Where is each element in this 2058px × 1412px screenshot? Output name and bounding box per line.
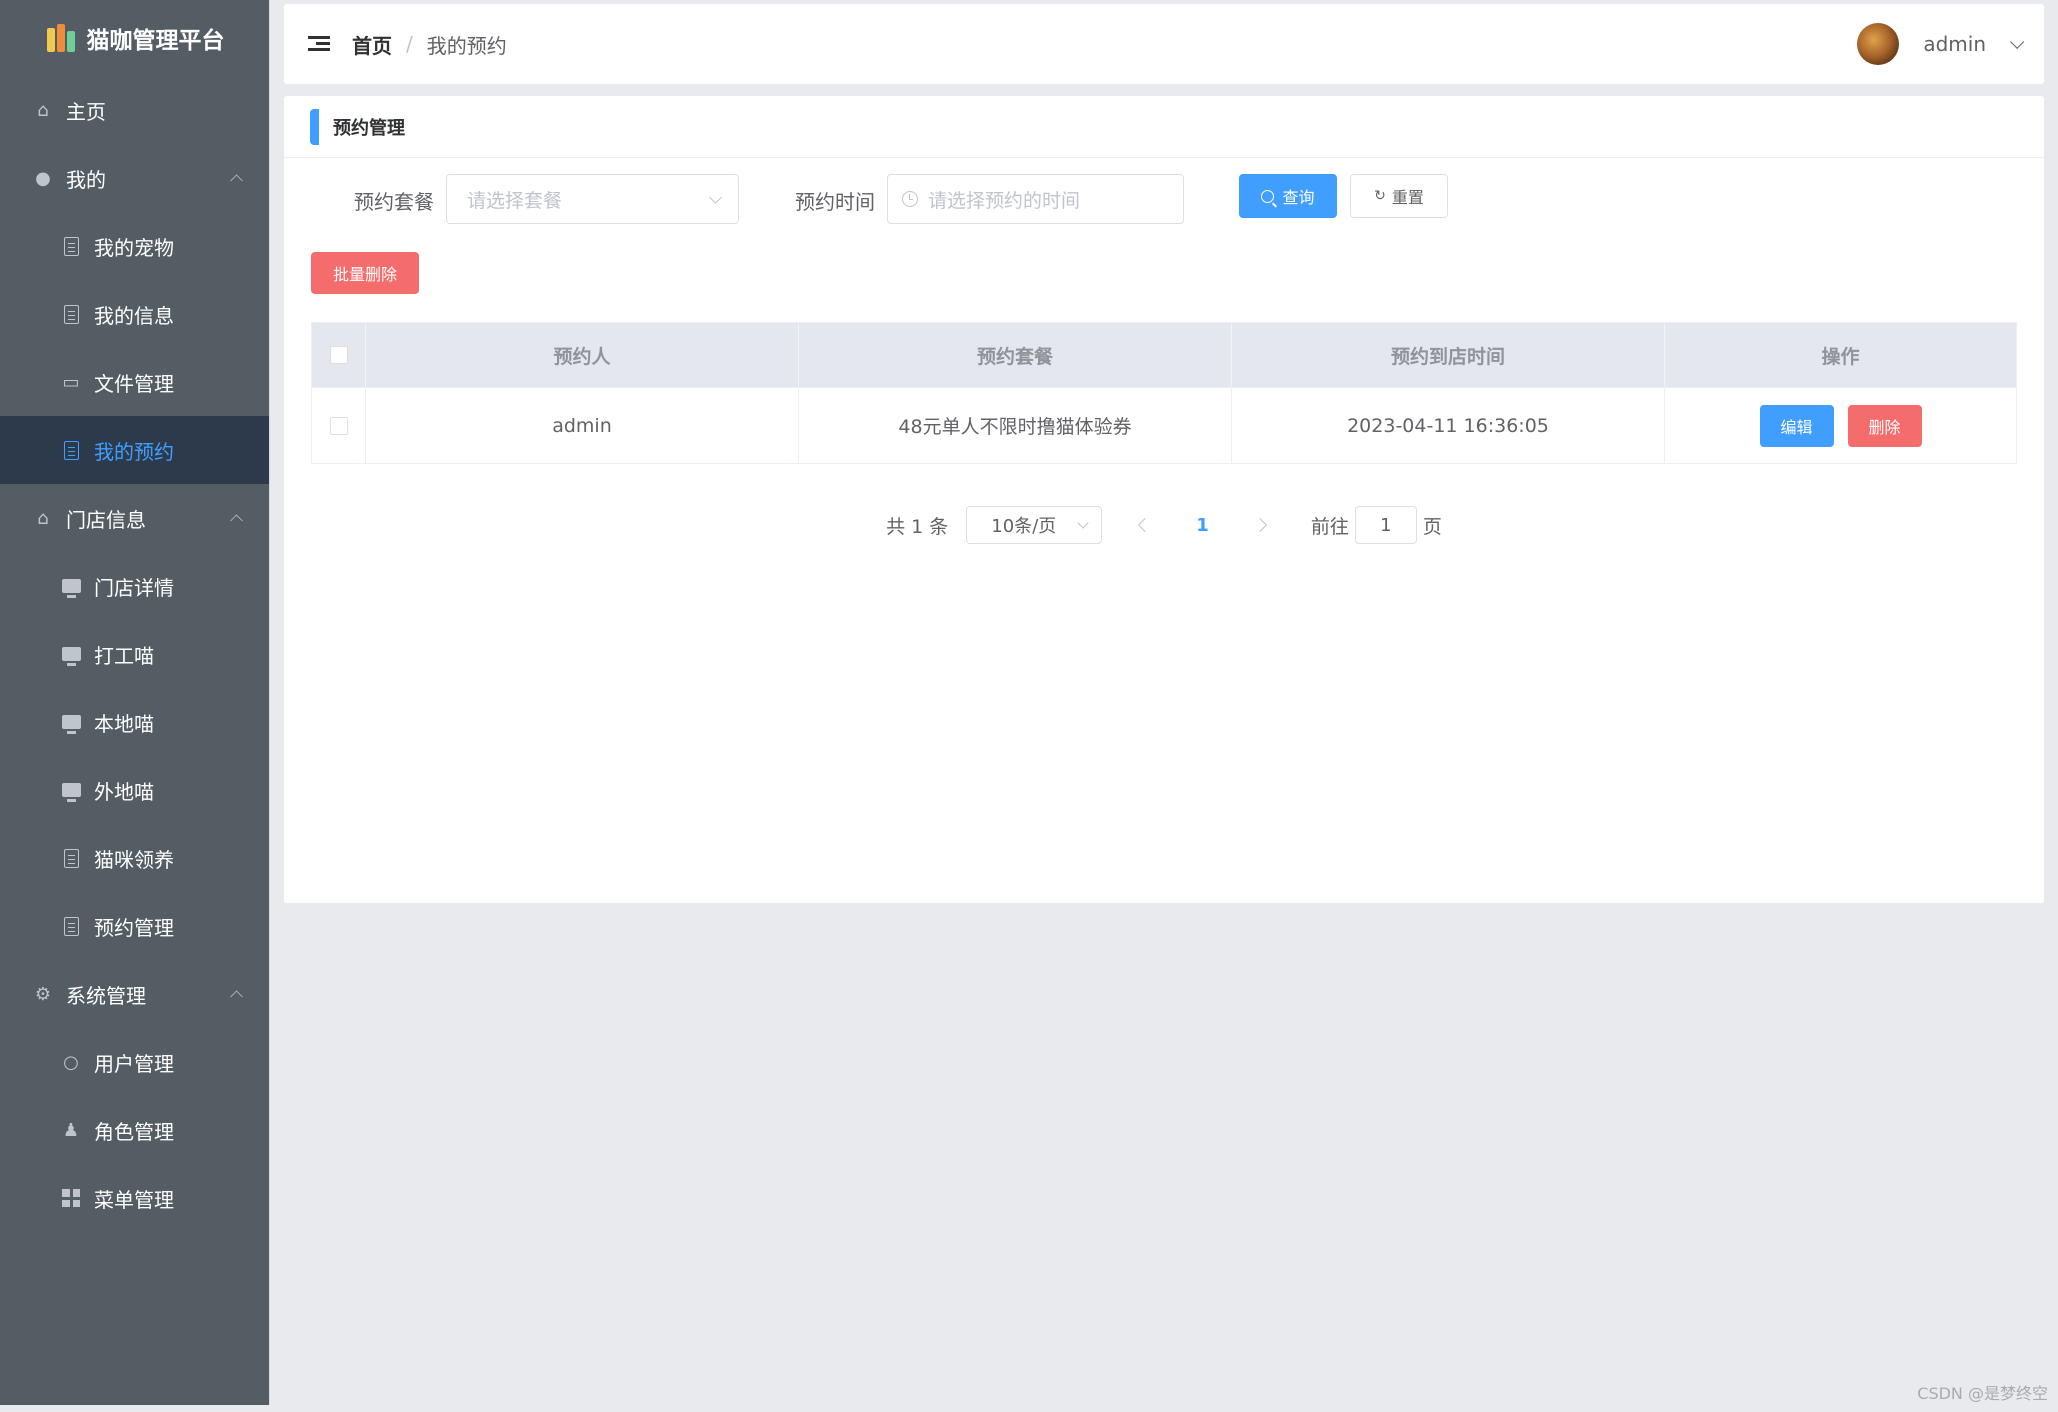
house-icon: ⌂ (37, 507, 49, 529)
chevron-down-icon (709, 191, 722, 204)
document-icon (60, 439, 82, 461)
sidebar-item-user-management[interactable]: ○ 用户管理 (0, 1028, 269, 1096)
sidebar-item-cat-adoption[interactable]: 猫咪领养 (0, 824, 269, 892)
avatar[interactable] (1857, 23, 1900, 65)
sidebar-item-home[interactable]: ⌂ 主页 (0, 76, 269, 144)
select-all-checkbox[interactable] (329, 346, 348, 364)
sidebar-item-menu-management[interactable]: 菜单管理 (0, 1164, 269, 1232)
sidebar-item-system-management[interactable]: ⚙ 系统管理 (0, 960, 269, 1028)
row-checkbox[interactable] (329, 416, 348, 435)
breadcrumb-separator: / (406, 32, 413, 56)
cell-person: admin (366, 388, 799, 463)
goto-prefix: 前往 (1310, 515, 1349, 538)
document-icon (60, 303, 82, 325)
sidebar-item-store-details[interactable]: 门店详情 (0, 552, 269, 620)
page-title: 预约管理 (333, 117, 405, 139)
watermark: CSDN @是梦终空 (1917, 1384, 2048, 1403)
username[interactable]: admin (1923, 32, 1986, 56)
user-icon: ● (35, 167, 51, 189)
monitor-icon (60, 779, 82, 802)
sidebar-item-reservation-management[interactable]: 预约管理 (0, 892, 269, 960)
menu-toggle-icon[interactable] (308, 36, 330, 52)
home-icon: ⌂ (37, 99, 49, 121)
panel-header: 预约管理 (284, 96, 2044, 158)
reservation-table: 预约人 预约套餐 预约到店时间 操作 admin 48元单人不限时撸猫体验券 2… (311, 322, 2017, 464)
batch-delete-button[interactable]: 批量删除 (311, 252, 419, 294)
sidebar-item-file-management[interactable]: ▭ 文件管理 (0, 348, 269, 416)
sidebar-item-my-info[interactable]: 我的信息 (0, 280, 269, 348)
goto-page-input[interactable]: 1 (1354, 506, 1417, 544)
title-accent-bar (310, 108, 319, 145)
breadcrumb-current: 我的预约 (426, 33, 507, 58)
column-header-actions: 操作 (1821, 345, 1860, 368)
cell-arrival-time: 2023-04-11 16:36:05 (1232, 388, 1665, 463)
sidebar-item-local-cats[interactable]: 本地喵 (0, 688, 269, 756)
top-header: 首页 / 我的预约 admin (284, 4, 2044, 84)
clock-icon (902, 191, 918, 207)
time-filter-label: 预约时间 (795, 190, 875, 214)
current-page-number[interactable]: 1 (1196, 515, 1209, 536)
column-header-person: 预约人 (366, 323, 799, 387)
package-select[interactable]: 请选择套餐 (446, 174, 739, 224)
search-button[interactable]: 查询 (1239, 174, 1337, 218)
sidebar-item-outside-cats[interactable]: 外地喵 (0, 756, 269, 824)
chevron-up-icon (230, 990, 243, 1004)
cell-actions: 编辑 删除 (1665, 388, 2016, 463)
app-title: 猫咖管理平台 (86, 28, 225, 54)
chevron-up-icon (230, 514, 243, 528)
main-panel: 预约管理 预约套餐 请选择套餐 预约时间 请选择预约的时间 查询 ↻ 重置 批量… (284, 96, 2044, 903)
sidebar-item-my-pets[interactable]: 我的宠物 (0, 212, 269, 280)
sidebar: 猫咖管理平台 ⌂ 主页 ● 我的 我的宠物 我的信息 ▭ 文件管理 我的预约 ⌂… (0, 0, 270, 1405)
edit-button[interactable]: 编辑 (1759, 404, 1834, 447)
select-all-cell (312, 323, 366, 387)
table-row: admin 48元单人不限时撸猫体验券 2023-04-11 16:36:05 … (312, 387, 2016, 463)
next-page-icon[interactable] (1252, 517, 1267, 533)
column-header-arrival-time: 预约到店时间 (1232, 323, 1665, 387)
cell-package: 48元单人不限时撸猫体验券 (799, 388, 1232, 463)
row-select-cell (312, 388, 366, 463)
search-icon (1261, 189, 1275, 203)
books-logo-icon (45, 22, 77, 54)
reset-button[interactable]: ↻ 重置 (1350, 174, 1448, 218)
pagination-total: 共 1 条 (886, 515, 949, 538)
sidebar-item-working-cats[interactable]: 打工喵 (0, 620, 269, 688)
document-icon (60, 847, 82, 869)
table-header: 预约人 预约套餐 预约到店时间 操作 (312, 323, 2016, 387)
pagination: 共 1 条 10条/页 1 前往 1 页 (284, 506, 2044, 544)
chevron-up-icon (230, 174, 243, 188)
sidebar-item-role-management[interactable]: ♟ 角色管理 (0, 1096, 269, 1164)
chevron-down-icon[interactable] (2010, 34, 2025, 49)
sidebar-item-store-info[interactable]: ⌂ 门店信息 (0, 484, 269, 552)
sidebar-item-my-reservations[interactable]: 我的预约 (0, 416, 269, 484)
reset-icon: ↻ (1374, 188, 1386, 204)
pet-icon (60, 235, 82, 257)
grid-icon (60, 1187, 82, 1209)
chevron-down-icon (1077, 517, 1089, 529)
time-picker[interactable]: 请选择预约的时间 (887, 174, 1184, 224)
monitor-icon (60, 575, 82, 598)
prev-page-icon[interactable] (1138, 517, 1153, 533)
delete-button[interactable]: 删除 (1847, 404, 1922, 447)
goto-suffix: 页 (1422, 515, 1442, 538)
stamp-icon: ♟ (62, 1119, 80, 1141)
document-icon (60, 915, 82, 937)
gear-icon: ⚙ (34, 983, 52, 1005)
monitor-icon (60, 711, 82, 734)
page-size-select[interactable]: 10条/页 (966, 506, 1103, 544)
user-menu[interactable]: admin (1857, 23, 2025, 65)
user-outline-icon: ○ (63, 1051, 79, 1073)
folder-icon: ▭ (62, 371, 80, 393)
filter-row: 预约套餐 请选择套餐 预约时间 请选择预约的时间 查询 ↻ 重置 (284, 174, 2044, 224)
package-filter-label: 预约套餐 (354, 190, 434, 214)
column-header-package: 预约套餐 (799, 323, 1232, 387)
breadcrumb-home[interactable]: 首页 (352, 30, 392, 59)
monitor-icon (60, 643, 82, 666)
sidebar-item-mine[interactable]: ● 我的 (0, 144, 269, 212)
app-logo[interactable]: 猫咖管理平台 (0, 0, 269, 76)
